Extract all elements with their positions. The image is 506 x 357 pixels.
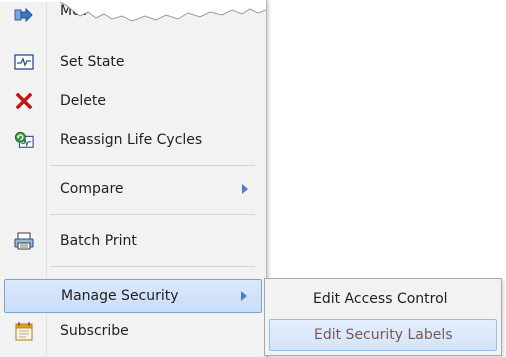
submenu-arrow-icon	[242, 184, 248, 194]
submenu-item-label: Edit Security Labels	[314, 327, 453, 343]
menu-separator	[50, 214, 255, 215]
delete-icon	[14, 92, 34, 110]
submenu-item-edit-security-labels[interactable]: Edit Security Labels	[269, 319, 497, 351]
batch-print-icon	[14, 232, 34, 250]
submenu-item-edit-access-control[interactable]: Edit Access Control	[269, 283, 497, 315]
reassign-lifecycle-icon	[14, 131, 34, 149]
menu-item-manage-security[interactable]: Manage Security	[4, 279, 262, 313]
submenu-item-label: Edit Access Control	[313, 291, 448, 307]
submenu-arrow-icon	[241, 291, 247, 301]
security-submenu: Edit Access Control Edit Security Labels	[264, 278, 502, 356]
menu-item-label: Batch Print	[60, 233, 137, 249]
menu-item-set-state[interactable]: Set State	[4, 45, 262, 79]
menu-item-delete[interactable]: Delete	[4, 84, 262, 118]
menu-item-reassign-life-cycles[interactable]: Reassign Life Cycles	[4, 123, 262, 157]
menu-item-label: Manage Security	[61, 288, 179, 304]
menu-item-compare[interactable]: Compare	[4, 172, 262, 206]
set-state-icon	[14, 53, 34, 71]
menu-separator	[50, 266, 255, 267]
menu-item-label: Reassign Life Cycles	[60, 132, 203, 148]
context-menu: Move Set State Delete	[0, 0, 267, 357]
menu-item-label: Delete	[60, 93, 106, 109]
menu-item-subscribe[interactable]: Subscribe	[4, 314, 262, 348]
subscribe-icon	[14, 322, 34, 341]
menu-item-label: Compare	[60, 181, 124, 197]
torn-edge	[0, 0, 266, 22]
menu-item-batch-print[interactable]: Batch Print	[4, 224, 262, 258]
menu-item-label: Subscribe	[60, 323, 129, 339]
menu-separator	[50, 165, 255, 166]
menu-item-label: Set State	[60, 54, 125, 70]
